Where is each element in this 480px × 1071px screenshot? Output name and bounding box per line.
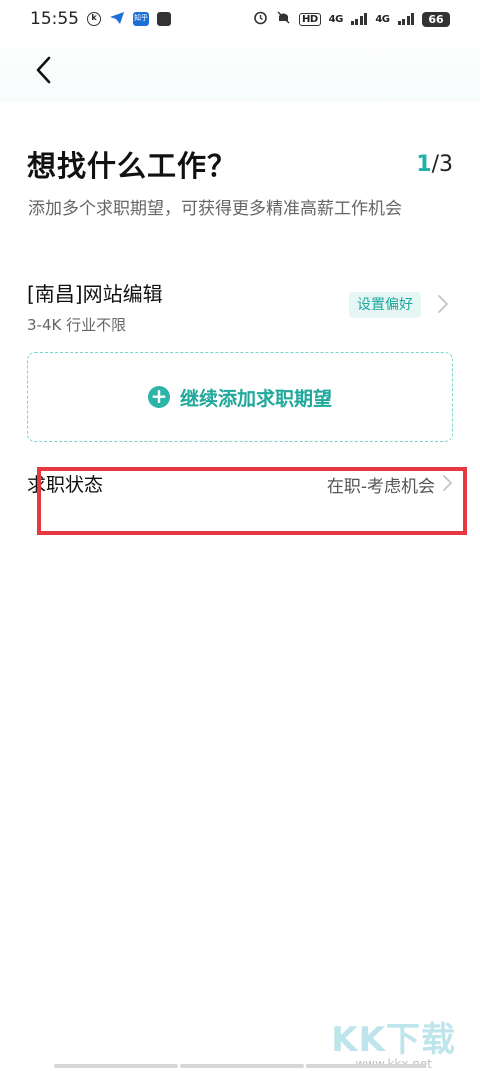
preference-detail: 3-4K 行业不限 [27, 316, 127, 334]
mute-icon [276, 10, 291, 29]
zhihu-icon: 知乎 [133, 12, 149, 26]
step-indicator: 1/3 [416, 152, 453, 177]
status-time: 15:55 [30, 9, 79, 29]
set-preference-tag[interactable]: 设置偏好 [349, 292, 421, 318]
watermark-logo: KK下载 [331, 1020, 456, 1060]
highlight-annotation-box [37, 467, 467, 535]
chevron-right-icon [438, 295, 449, 313]
watermark: KK下载 www.kkx.net [331, 1012, 456, 1071]
hd-icon: HD [298, 12, 321, 26]
home-indicator-center [180, 1064, 304, 1068]
top-bar [0, 38, 480, 102]
step-total: /3 [431, 151, 453, 177]
signal-bars-icon-2 [397, 13, 414, 25]
plus-circle-icon: + [147, 386, 170, 408]
status-bar-right: HD 4G 4G 66 [253, 10, 450, 29]
alarm-icon [253, 10, 268, 29]
paper-plane-icon [109, 10, 125, 29]
status-bar: 15:55 k 知乎 HD 4G 4G 66 [0, 0, 480, 38]
add-job-preference-label: 继续添加求职期望 [179, 387, 332, 410]
page-title: 想找什么工作？ [27, 149, 238, 183]
status-bar-left: 15:55 k 知乎 [30, 9, 171, 29]
back-button[interactable] [26, 52, 60, 88]
add-job-preference-button[interactable]: + 继续添加求职期望 [27, 352, 453, 442]
home-indicator-left [54, 1064, 178, 1068]
title-row: 想找什么工作？ 1/3 [27, 142, 453, 186]
step-current: 1 [416, 151, 432, 177]
chevron-left-icon [36, 56, 51, 84]
network-type-1: 4G [328, 13, 344, 25]
page-subtitle: 添加多个求职期望，可获得更多精准高薪工作机会 [28, 199, 402, 219]
mail-icon [157, 12, 171, 26]
k-circle-icon: k [87, 12, 101, 26]
battery-icon: 66 [422, 11, 450, 27]
job-preference-item[interactable]: [南昌]网站编辑 3-4K 行业不限 设置偏好 [27, 270, 453, 340]
network-type-2: 4G [375, 13, 390, 25]
home-indicator-right [306, 1064, 426, 1068]
preference-title: [南昌]网站编辑 [27, 282, 163, 306]
signal-bars-icon [350, 13, 368, 25]
